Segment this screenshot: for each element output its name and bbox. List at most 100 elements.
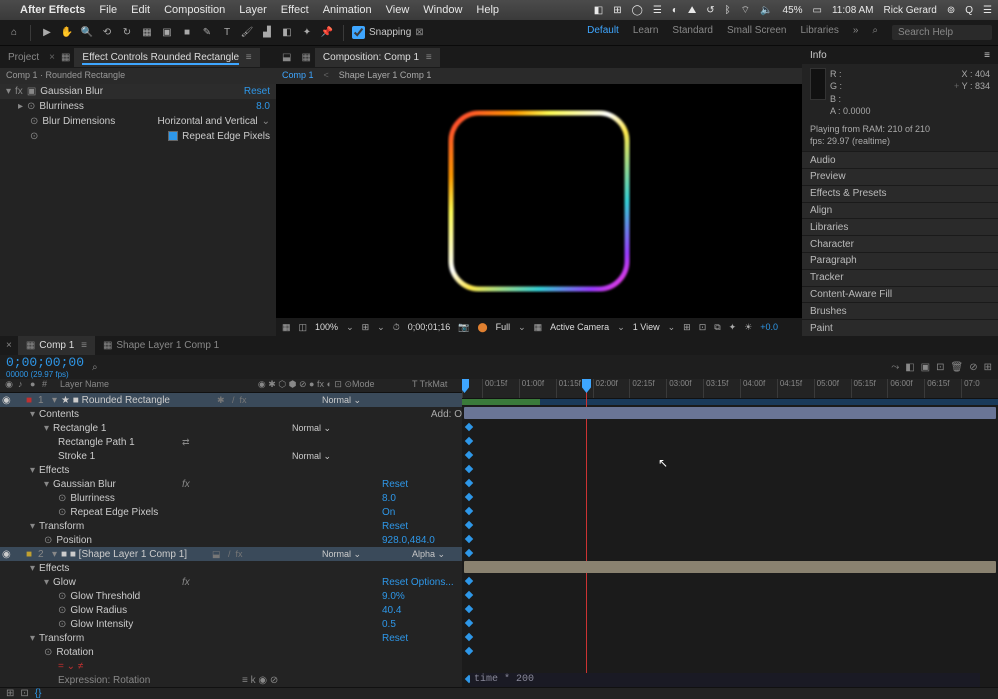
viewer-zoom[interactable]: 100% xyxy=(315,322,338,332)
layer-duration-bar[interactable] xyxy=(464,407,996,419)
layer-trkmat[interactable]: Alpha ⌄ xyxy=(412,549,462,560)
stopwatch-icon[interactable]: ⊙ xyxy=(58,591,66,602)
roto-tool[interactable]: ✦ xyxy=(299,25,315,41)
tray-icon[interactable]: ⊞ xyxy=(613,5,621,16)
keyframe-icon[interactable] xyxy=(465,591,473,599)
tray-icon[interactable]: ↺ xyxy=(706,5,714,16)
viewer-tab[interactable]: Composition: Comp 1 xyxy=(323,52,419,63)
keyframe-icon[interactable] xyxy=(465,437,473,445)
pan-behind-tool[interactable]: ▣ xyxy=(159,25,175,41)
keyframe-icon[interactable] xyxy=(465,647,473,655)
prop-twirl[interactable] xyxy=(44,423,53,434)
ruler-tick[interactable]: 06:15f xyxy=(924,379,961,398)
dropdown-icon[interactable]: ⌄ xyxy=(346,322,354,333)
grid-icon[interactable]: ⊞ xyxy=(683,322,691,333)
viewer-lock-icon[interactable]: ⬓ xyxy=(276,52,297,63)
clone-tool[interactable]: ▟ xyxy=(259,25,275,41)
property-row[interactable]: Stroke 1 Normal ⌄ xyxy=(0,449,462,463)
dropdown-icon[interactable]: ⌄ xyxy=(262,116,270,127)
menu-file[interactable]: File xyxy=(99,4,117,16)
property-value[interactable]: 40.4 xyxy=(382,605,462,616)
ruler-tick[interactable]: 02:00f xyxy=(593,379,630,398)
channels-icon[interactable]: ▦ xyxy=(282,322,291,333)
eraser-tool[interactable]: ◧ xyxy=(279,25,295,41)
property-row[interactable]: ⊙ Rotation xyxy=(0,645,462,659)
search-icon[interactable]: Q xyxy=(965,5,973,16)
camera-tool[interactable]: ▦ xyxy=(139,25,155,41)
fx-toggle[interactable] xyxy=(6,86,15,97)
current-timecode[interactable]: 0;00;00;00 xyxy=(6,355,84,370)
tab-project[interactable]: Project xyxy=(0,48,47,67)
keyframe-icon[interactable] xyxy=(465,493,473,501)
menu-help[interactable]: Help xyxy=(476,4,499,16)
stopwatch-icon[interactable]: ⊙ xyxy=(44,535,52,546)
keyframe-icon[interactable] xyxy=(465,507,473,515)
bluetooth-icon[interactable]: ᛒ xyxy=(725,5,731,16)
property-value[interactable]: Reset Options... xyxy=(382,577,462,588)
property-row[interactable]: ⊙ Blurriness 8.0 xyxy=(0,491,462,505)
viewer-view[interactable]: 1 View xyxy=(633,322,660,332)
panel-menu-icon[interactable]: ≡ xyxy=(426,52,432,63)
toggle-switches-icon[interactable]: ⊞ xyxy=(6,688,14,699)
property-row[interactable]: Effects xyxy=(0,561,462,575)
tl-icon[interactable]: ▣ xyxy=(921,362,930,373)
keyframe-icon[interactable] xyxy=(465,577,473,585)
transparency-icon[interactable]: ▦ xyxy=(534,322,543,333)
layer-twirl[interactable] xyxy=(52,549,61,560)
ruler-tick[interactable]: 03:00f xyxy=(666,379,703,398)
exposure-icon[interactable]: ☀ xyxy=(744,322,752,333)
workspace-learn[interactable]: Learn xyxy=(633,25,659,40)
brush-tool[interactable]: 🖌 xyxy=(239,25,255,41)
tab-lock-icon[interactable]: × xyxy=(0,340,18,351)
property-row[interactable]: ⊙ Position 928.0,484.0 xyxy=(0,533,462,547)
zoom-tool[interactable]: 🔍 xyxy=(79,25,95,41)
stopwatch-icon[interactable]: ⊙ xyxy=(58,605,66,616)
property-row[interactable]: ⊙ Glow Threshold 9.0% xyxy=(0,589,462,603)
ruler-tick[interactable]: 01:00f xyxy=(519,379,556,398)
prop-twirl[interactable] xyxy=(30,465,39,476)
viewer-crumb-2[interactable]: Shape Layer 1 Comp 1 xyxy=(339,70,432,82)
viewer-timecode[interactable]: 0;00;01;16 xyxy=(408,322,451,332)
shape-tool[interactable]: ■ xyxy=(179,25,195,41)
renderer-icon[interactable]: ✦ xyxy=(729,322,737,333)
ruler-tick[interactable]: 00:15f xyxy=(482,379,519,398)
ruler-tick[interactable]: 02:15f xyxy=(629,379,666,398)
ruler-tick[interactable]: 04:15f xyxy=(777,379,814,398)
panel-info-tab[interactable]: Info xyxy=(810,50,827,61)
layer-mode[interactable]: Normal ⌄ xyxy=(322,549,412,560)
menu-edit[interactable]: Edit xyxy=(131,4,150,16)
repeat-edge-checkbox[interactable] xyxy=(168,131,178,141)
property-row[interactable]: Glow fx Reset Options... xyxy=(0,575,462,589)
prop-twirl[interactable] xyxy=(30,633,39,644)
flowchart-icon[interactable]: ▦ xyxy=(297,52,314,63)
property-row[interactable]: ⊙ Glow Intensity 0.5 xyxy=(0,617,462,631)
spotlight-icon[interactable]: ⊚ xyxy=(947,5,955,16)
property-value[interactable]: 928.0,484.0 xyxy=(382,535,462,546)
property-value[interactable]: Add: O xyxy=(382,409,462,420)
time-ruler[interactable]: 00:15f01:00f01:15f02:00f02:15f03:00f03:1… xyxy=(462,379,998,399)
layer-name[interactable]: ★ ■ Rounded Rectangle xyxy=(61,395,212,406)
workspace-standard[interactable]: Standard xyxy=(672,25,713,40)
panel-effects-presets[interactable]: Effects & Presets xyxy=(802,185,998,202)
layer-name[interactable]: ■ ■ [Shape Layer 1 Comp 1] xyxy=(61,549,212,560)
res-icon[interactable]: ⊞ xyxy=(362,322,370,333)
ruler-tick[interactable]: 07:0 xyxy=(961,379,998,398)
prop-twirl[interactable] xyxy=(30,563,39,574)
layer-mode[interactable]: Normal ⌄ xyxy=(322,395,412,406)
col-trkmat[interactable]: T TrkMat xyxy=(412,379,462,392)
property-row[interactable]: Rectangle 1 Normal ⌄ xyxy=(0,421,462,435)
keyframe-icon[interactable] xyxy=(465,535,473,543)
layer-row[interactable]: ◉■ 1 ★ ■ Rounded Rectangle ✱ / fx Normal… xyxy=(0,393,462,407)
tab-effect-controls[interactable]: Effect Controls Rounded Rectangle xyxy=(82,52,239,65)
stopwatch-icon[interactable]: ⊙ xyxy=(44,647,52,658)
control-center-icon[interactable]: ☰ xyxy=(983,5,992,16)
property-value[interactable]: 0.5 xyxy=(382,619,462,630)
property-value[interactable]: 9.0% xyxy=(382,591,462,602)
rotate-tool[interactable]: ↻ xyxy=(119,25,135,41)
keyframe-icon[interactable] xyxy=(465,479,473,487)
panel-menu-icon[interactable]: ≡ xyxy=(984,50,990,61)
orbit-tool[interactable]: ⟲ xyxy=(99,25,115,41)
expression-controls[interactable]: = ⌄ ≠ xyxy=(0,659,462,673)
property-row[interactable]: Gaussian Blur fx Reset xyxy=(0,477,462,491)
home-icon[interactable]: ⌂ xyxy=(6,25,22,41)
